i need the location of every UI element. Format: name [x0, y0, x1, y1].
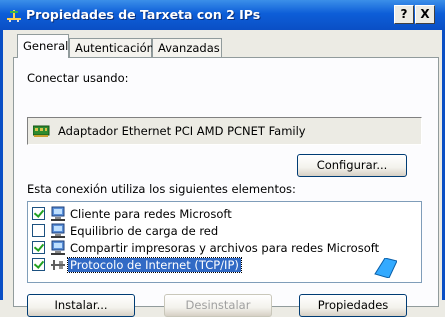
- list-item-label: Compartir impresoras y archivos para red…: [70, 241, 380, 255]
- checkbox[interactable]: [32, 258, 45, 271]
- properties-button-label: Propiedades: [317, 298, 389, 312]
- connect-using-label: Conectar usando:: [27, 71, 129, 85]
- help-button[interactable]: ?: [394, 5, 414, 24]
- network-connection-icon: [7, 10, 21, 22]
- configure-button-label: Configurar...: [316, 158, 388, 172]
- configure-button[interactable]: Configurar...: [297, 154, 407, 177]
- install-button-label: Instalar...: [54, 298, 108, 312]
- tab-avanzadas[interactable]: Avanzadas: [152, 38, 222, 57]
- close-button[interactable]: X: [415, 5, 435, 24]
- list-item[interactable]: Compartir impresoras y archivos para red…: [32, 240, 417, 256]
- list-item[interactable]: Protocolo de Internet (TCP/IP): [32, 257, 417, 273]
- uninstall-button[interactable]: Desinstalar: [164, 294, 272, 317]
- computer-network-icon: [51, 223, 65, 238]
- tab-autenticacion[interactable]: Autenticación: [69, 38, 154, 57]
- pointer-cursor-icon: [374, 258, 397, 278]
- tab-general[interactable]: General: [17, 34, 69, 58]
- install-button[interactable]: Instalar...: [27, 294, 135, 317]
- list-item-label: Equilibrio de carga de red: [70, 224, 219, 238]
- checkbox[interactable]: [32, 224, 45, 237]
- components-label: Esta conexión utiliza los siguientes ele…: [27, 182, 296, 196]
- adapter-field: Adaptador Ethernet PCI AMD PCNET Family: [27, 117, 422, 145]
- window-title: Propiedades de Tarxeta con 2 IPs: [26, 7, 261, 22]
- tab-label: Autenticación: [75, 41, 154, 55]
- computer-network-icon: [51, 206, 65, 221]
- properties-button[interactable]: Propiedades: [299, 294, 407, 317]
- list-item[interactable]: Cliente para redes Microsoft: [32, 206, 417, 222]
- adapter-name: Adaptador Ethernet PCI AMD PCNET Family: [58, 124, 306, 138]
- checkbox[interactable]: [32, 207, 45, 220]
- components-list[interactable]: Cliente para redes Microsoft Equilibrio …: [27, 201, 422, 283]
- list-item-label: Protocolo de Internet (TCP/IP): [67, 257, 242, 273]
- tab-label: Avanzadas: [158, 41, 220, 55]
- list-item-label: Cliente para redes Microsoft: [70, 207, 232, 221]
- checkbox[interactable]: [32, 241, 45, 254]
- network-card-icon: [33, 125, 50, 137]
- uninstall-button-label: Desinstalar: [185, 298, 251, 312]
- list-item[interactable]: Equilibrio de carga de red: [32, 223, 417, 239]
- title-bar[interactable]: Propiedades de Tarxeta con 2 IPs ? X: [0, 0, 445, 30]
- computer-network-icon: [51, 240, 65, 255]
- protocol-icon: [51, 260, 65, 270]
- tab-label: General: [23, 39, 69, 53]
